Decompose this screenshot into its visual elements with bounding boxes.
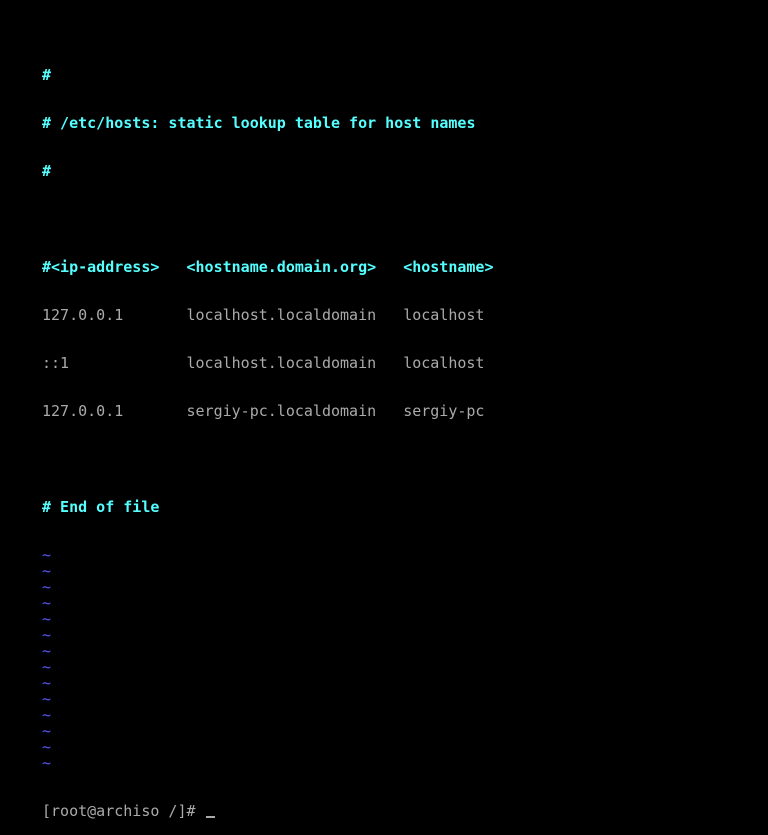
comment-line: # — [42, 162, 52, 180]
empty-line-tilde: ~ — [42, 626, 52, 644]
prompt-text: [root@archiso /]# — [42, 802, 205, 820]
end-of-file-comment: # End of file — [42, 498, 160, 516]
table-row: ::1 localhost.localdomain localhost — [42, 355, 494, 371]
row-fqdn: sergiy-pc.localdomain — [186, 402, 377, 420]
empty-line-tilde: ~ — [42, 658, 52, 676]
comment-line: # /etc/hosts: static lookup table for ho… — [42, 114, 476, 132]
row-fqdn: localhost.localdomain — [186, 306, 377, 324]
header-hostname: <hostname> — [403, 258, 494, 276]
row-hostname: localhost — [403, 306, 485, 324]
table-row: 127.0.0.1 localhost.localdomain localhost — [42, 307, 494, 323]
empty-line-tilde: ~ — [42, 754, 52, 772]
row-ip: ::1 — [42, 354, 70, 372]
empty-line-tilde: ~ — [42, 562, 52, 580]
comment-line: # — [42, 66, 52, 84]
empty-line-tilde: ~ — [42, 738, 52, 756]
row-hostname: localhost — [403, 354, 485, 372]
row-fqdn: localhost.localdomain — [186, 354, 377, 372]
empty-line-tilde: ~ — [42, 674, 52, 692]
terminal[interactable]: # # /etc/hosts: static lookup table for … — [42, 35, 494, 835]
table-header: #<ip-address> <hostname.domain.org> <hostn… — [42, 259, 494, 275]
row-hostname: sergiy-pc — [403, 402, 485, 420]
empty-line-tilde: ~ — [42, 594, 52, 612]
shell-prompt[interactable]: [root@archiso /]# — [42, 803, 494, 819]
table-row: 127.0.0.1 sergiy-pc.localdomain sergiy-pc — [42, 403, 494, 419]
empty-line-tilde: ~ — [42, 610, 52, 628]
empty-line-tilde: ~ — [42, 578, 52, 596]
row-ip: 127.0.0.1 — [42, 306, 124, 324]
header-fqdn: <hostname.domain.org> — [186, 258, 377, 276]
empty-line-tilde: ~ — [42, 690, 52, 708]
empty-line-tilde: ~ — [42, 706, 52, 724]
empty-line-tilde: ~ — [42, 722, 52, 740]
cursor — [205, 816, 215, 818]
row-ip: 127.0.0.1 — [42, 402, 124, 420]
empty-line-tilde: ~ — [42, 546, 52, 564]
header-ip: #<ip-address> — [42, 258, 160, 276]
empty-line-tilde: ~ — [42, 642, 52, 660]
